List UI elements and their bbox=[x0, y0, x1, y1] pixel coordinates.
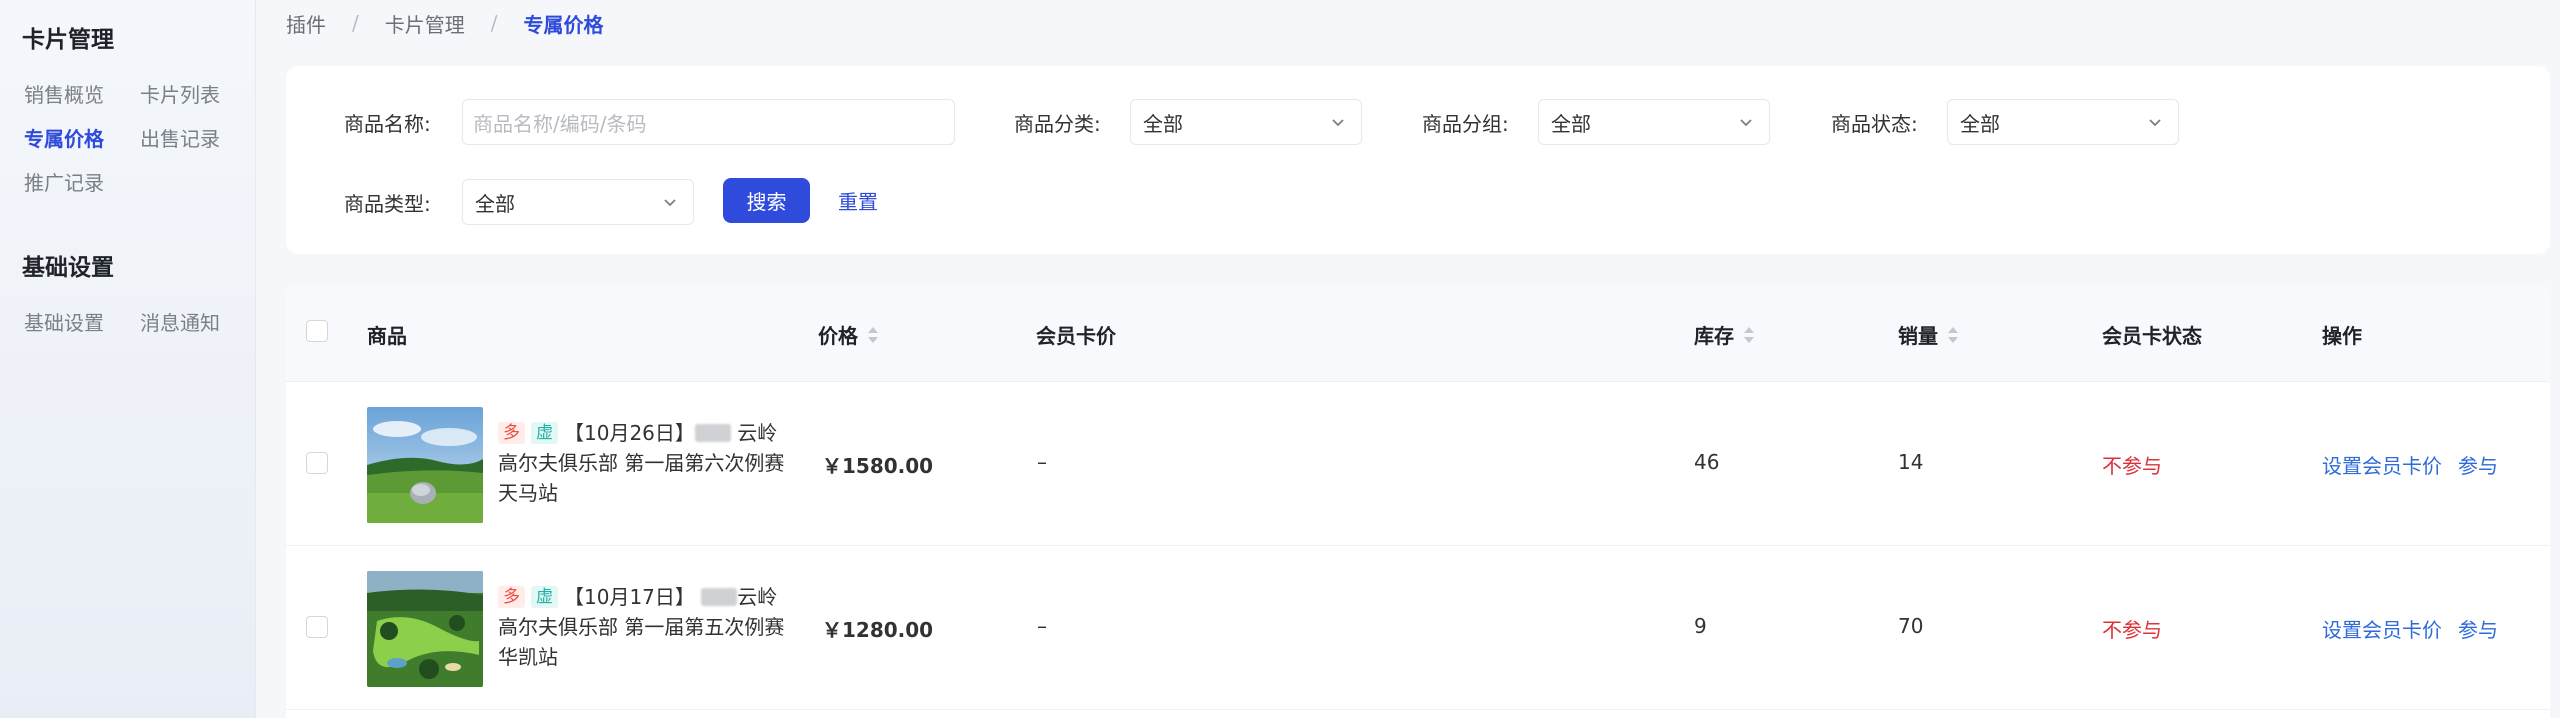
chevron-down-icon bbox=[1740, 119, 1752, 127]
redacted-text bbox=[694, 424, 731, 442]
table-row: 多虚【10月26日】 云岭高尔夫俱乐部 第一届第六次例赛 天马站 ￥1580.0… bbox=[286, 382, 2550, 546]
sidebar-section-card-management: 卡片管理 bbox=[22, 27, 114, 53]
join-link[interactable]: 参与 bbox=[2458, 450, 2498, 479]
table-row: 多虚【10月17日】 云岭高尔夫俱乐部 第一届第五次例赛 华凯站 ￥1280.0… bbox=[286, 546, 2550, 710]
chevron-down-icon bbox=[664, 199, 676, 207]
breadcrumb-plugins[interactable]: 插件 bbox=[286, 9, 326, 38]
product-type-select[interactable]: 全部 bbox=[462, 179, 694, 225]
product-status-value: 全部 bbox=[1960, 111, 2000, 136]
redacted-text bbox=[701, 588, 738, 606]
product-thumbnail[interactable] bbox=[367, 407, 483, 523]
product-group-label: 商品分组: bbox=[1422, 112, 1509, 136]
member-card-status: 不参与 bbox=[2102, 454, 2162, 478]
product-status-select[interactable]: 全部 bbox=[1947, 99, 2179, 145]
member-card-price: – bbox=[1037, 614, 1047, 638]
product-name-prefix: 【10月26日】 bbox=[564, 421, 695, 445]
sidebar-item-notifications[interactable]: 消息通知 bbox=[140, 307, 220, 336]
chevron-down-icon bbox=[1332, 119, 1344, 127]
sidebar-section-basic-settings: 基础设置 bbox=[22, 255, 114, 281]
product-table: 商品 价格 会员卡价 库存 销量 会员卡状态 操作 多 虚 【10月26日】 云… bbox=[286, 284, 2550, 718]
sidebar-item-card-list[interactable]: 卡片列表 bbox=[140, 79, 220, 108]
row-checkbox[interactable] bbox=[306, 616, 328, 638]
product-thumbnail[interactable] bbox=[367, 571, 483, 687]
product-price: ￥1280.00 bbox=[822, 618, 934, 642]
column-header-member-price: 会员卡价 bbox=[1036, 320, 1116, 349]
product-group-value: 全部 bbox=[1551, 111, 1591, 136]
stock-count: 9 bbox=[1694, 614, 1707, 638]
chevron-down-icon bbox=[2149, 119, 2161, 127]
product-name-input[interactable]: 商品名称/编码/条码 bbox=[462, 99, 955, 145]
breadcrumb-separator: / bbox=[490, 11, 498, 35]
multi-spec-badge: 多 bbox=[498, 586, 525, 608]
product-type-label: 商品类型: bbox=[344, 192, 431, 216]
join-link[interactable]: 参与 bbox=[2458, 614, 2498, 643]
product-name[interactable]: 多虚【10月17日】 云岭高尔夫俱乐部 第一届第五次例赛 华凯站 bbox=[498, 582, 788, 672]
sidebar: 卡片管理 销售概览 卡片列表 专属价格 出售记录 推广记录 基础设置 基础设置 … bbox=[0, 0, 256, 718]
column-header-product: 商品 bbox=[367, 320, 407, 349]
sort-icon[interactable] bbox=[1744, 326, 1754, 344]
sidebar-item-sales-overview[interactable]: 销售概览 bbox=[24, 79, 104, 108]
sidebar-item-exclusive-price[interactable]: 专属价格 bbox=[24, 123, 104, 152]
product-price: ￥1580.00 bbox=[822, 454, 934, 478]
product-type-value: 全部 bbox=[475, 191, 515, 216]
breadcrumb-current: 专属价格 bbox=[523, 12, 604, 37]
select-all-checkbox[interactable] bbox=[306, 320, 328, 342]
sidebar-item-promotion-record[interactable]: 推广记录 bbox=[24, 167, 104, 196]
table-header: 商品 价格 会员卡价 库存 销量 会员卡状态 操作 bbox=[286, 284, 2550, 382]
row-checkbox[interactable] bbox=[306, 452, 328, 474]
stock-count: 46 bbox=[1694, 450, 1720, 474]
sort-icon[interactable] bbox=[868, 326, 878, 344]
column-header-price[interactable]: 价格 bbox=[818, 320, 878, 349]
breadcrumb-card-management[interactable]: 卡片管理 bbox=[385, 9, 465, 38]
column-header-actions: 操作 bbox=[2322, 320, 2362, 349]
product-name-prefix: 【10月17日】 bbox=[564, 585, 695, 609]
column-header-actions-label: 操作 bbox=[2322, 324, 2362, 348]
product-category-label: 商品分类: bbox=[1014, 112, 1101, 136]
product-name[interactable]: 多虚【10月26日】 云岭高尔夫俱乐部 第一届第六次例赛 天马站 bbox=[498, 418, 788, 508]
sales-count: 14 bbox=[1898, 450, 1924, 474]
member-card-status: 不参与 bbox=[2102, 618, 2162, 642]
product-status-label: 商品状态: bbox=[1831, 112, 1918, 136]
sort-icon[interactable] bbox=[1948, 326, 1958, 344]
product-name-label: 商品名称: bbox=[344, 112, 431, 136]
set-member-price-link[interactable]: 设置会员卡价 bbox=[2322, 450, 2442, 479]
breadcrumb-separator: / bbox=[352, 11, 359, 35]
virtual-product-badge: 虚 bbox=[531, 586, 558, 608]
column-header-member-status-label: 会员卡状态 bbox=[2102, 324, 2202, 348]
product-category-select[interactable]: 全部 bbox=[1130, 99, 1362, 145]
sales-count: 70 bbox=[1898, 614, 1924, 638]
column-header-price-label: 价格 bbox=[818, 324, 858, 348]
column-header-sales-label: 销量 bbox=[1898, 324, 1938, 348]
column-header-stock-label: 库存 bbox=[1694, 324, 1734, 348]
virtual-product-badge: 虚 bbox=[531, 422, 558, 444]
product-group-select[interactable]: 全部 bbox=[1538, 99, 1770, 145]
breadcrumb: 插件 / 卡片管理 / 专属价格 bbox=[286, 8, 604, 38]
search-button[interactable]: 搜索 bbox=[723, 178, 810, 223]
set-member-price-link[interactable]: 设置会员卡价 bbox=[2322, 614, 2442, 643]
multi-spec-badge: 多 bbox=[498, 422, 525, 444]
column-header-product-label: 商品 bbox=[367, 324, 407, 348]
column-header-stock[interactable]: 库存 bbox=[1694, 320, 1754, 349]
column-header-member-status: 会员卡状态 bbox=[2102, 320, 2202, 349]
column-header-sales[interactable]: 销量 bbox=[1898, 320, 1958, 349]
member-card-price: – bbox=[1037, 450, 1047, 474]
filter-panel: 商品名称: 商品名称/编码/条码 商品分类: 全部 商品分组: 全部 商品状态:… bbox=[286, 66, 2550, 254]
reset-button[interactable]: 重置 bbox=[838, 186, 878, 215]
product-category-value: 全部 bbox=[1143, 111, 1183, 136]
column-header-member-price-label: 会员卡价 bbox=[1036, 324, 1116, 348]
sidebar-item-basic-settings[interactable]: 基础设置 bbox=[24, 307, 104, 336]
sidebar-item-sales-record[interactable]: 出售记录 bbox=[140, 123, 220, 152]
